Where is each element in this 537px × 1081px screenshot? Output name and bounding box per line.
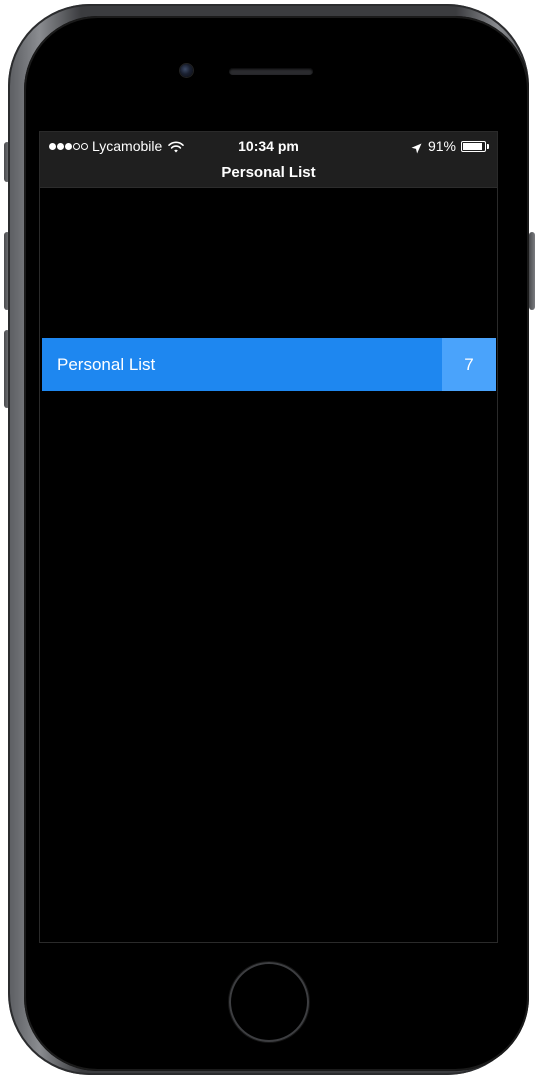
- list-item-personal-list[interactable]: Personal List 7: [42, 338, 496, 391]
- screen: Lycamobile 10:34 pm 91% Personal List Pe…: [40, 132, 497, 942]
- signal-dot: [49, 142, 56, 150]
- signal-strength-indicator: [49, 142, 88, 150]
- signal-dot: [73, 142, 80, 150]
- page-title: Personal List: [221, 164, 316, 181]
- signal-dot: [57, 142, 64, 150]
- status-bar: Lycamobile 10:34 pm 91%: [40, 132, 497, 160]
- battery-tip: [487, 143, 489, 149]
- status-left: Lycamobile: [49, 138, 185, 154]
- list-item-count-badge: 7: [442, 338, 496, 391]
- signal-dot: [81, 142, 88, 150]
- list-item-label: Personal List: [57, 355, 156, 374]
- status-right: 91%: [411, 138, 489, 154]
- location-arrow-icon: [411, 141, 422, 153]
- front-camera: [180, 64, 193, 77]
- battery-icon: [461, 140, 486, 152]
- earpiece-speaker: [229, 68, 313, 75]
- battery-level-fill: [463, 142, 482, 150]
- signal-dot: [65, 142, 72, 150]
- device-frame: Lycamobile 10:34 pm 91% Personal List Pe…: [0, 0, 537, 1081]
- battery-percentage: 91%: [427, 138, 456, 154]
- navigation-bar: Personal List: [40, 160, 497, 188]
- home-button[interactable]: [229, 962, 309, 1042]
- wifi-icon: [168, 140, 185, 153]
- carrier-name: Lycamobile: [92, 138, 163, 154]
- power-button: [529, 232, 535, 310]
